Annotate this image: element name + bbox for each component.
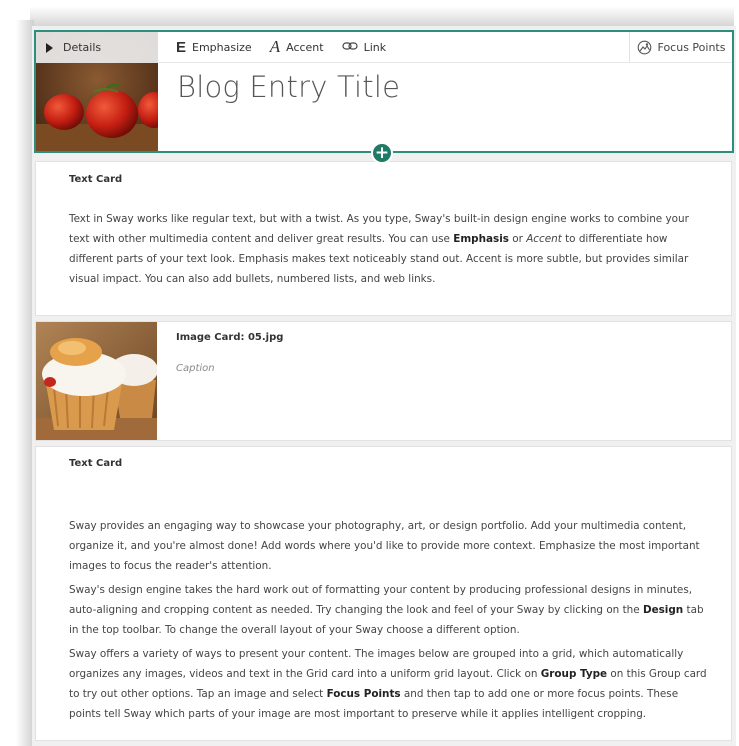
paragraph: Sway offers a variety of ways to present… bbox=[69, 644, 709, 724]
accent-icon: A bbox=[269, 37, 281, 56]
card-text[interactable]: Text in Sway works like regular text, bu… bbox=[69, 209, 709, 289]
paragraph: Sway's design engine takes the hard work… bbox=[69, 580, 709, 640]
image-card[interactable]: Image Card: 05.jpg Caption bbox=[35, 321, 732, 441]
link-icon bbox=[341, 41, 358, 54]
blog-title[interactable]: Blog Entry Title bbox=[177, 70, 400, 104]
cupcake-photo bbox=[36, 322, 157, 440]
card-type-label: Text Card bbox=[69, 174, 123, 185]
focus-points-button[interactable]: Focus Points bbox=[629, 32, 732, 63]
accent-button[interactable]: A Accent bbox=[270, 37, 324, 57]
accent-text: Accent bbox=[526, 233, 562, 245]
cupcake-image[interactable] bbox=[36, 322, 157, 440]
text-card[interactable]: Text Card Sway provides an engaging way … bbox=[35, 446, 732, 741]
details-toggle[interactable]: Details bbox=[36, 32, 158, 63]
paragraph: Sway provides an engaging way to showcas… bbox=[69, 520, 700, 572]
emphasis-text: Emphasis bbox=[453, 233, 509, 245]
canvas-shadow-top bbox=[30, 6, 734, 26]
emphasis-text: Focus Points bbox=[326, 688, 401, 700]
emphasis-text: Design bbox=[642, 604, 684, 616]
emphasize-icon: E bbox=[176, 38, 187, 56]
text-run: Sway's design engine takes the hard work… bbox=[69, 584, 693, 616]
emphasize-button[interactable]: E Emphasize bbox=[176, 39, 252, 56]
text-card[interactable]: Text Card Text in Sway works like regula… bbox=[35, 161, 732, 316]
focus-points-icon bbox=[637, 40, 651, 55]
card-text[interactable]: Sway provides an engaging way to showcas… bbox=[69, 516, 709, 728]
text-run: or bbox=[508, 233, 527, 245]
expand-triangle-icon bbox=[46, 42, 53, 53]
focus-points-label: Focus Points bbox=[657, 41, 726, 54]
link-label: Link bbox=[363, 40, 387, 54]
card-type-label: Text Card bbox=[69, 458, 123, 469]
emphasis-text: Group Type bbox=[540, 668, 608, 680]
text-format-toolbar: E Emphasize A Accent Link Focus Points bbox=[158, 32, 732, 63]
add-card-button[interactable]: + bbox=[371, 142, 393, 164]
title-card[interactable]: Details E Emphasize A Accent Link Focus … bbox=[34, 30, 734, 153]
link-button[interactable]: Link bbox=[341, 40, 387, 54]
emphasize-label: Emphasize bbox=[192, 40, 252, 54]
details-label: Details bbox=[63, 41, 102, 54]
caption-field[interactable]: Caption bbox=[176, 363, 215, 374]
accent-label: Accent bbox=[286, 40, 324, 54]
image-card-title: Image Card: 05.jpg bbox=[176, 332, 284, 343]
